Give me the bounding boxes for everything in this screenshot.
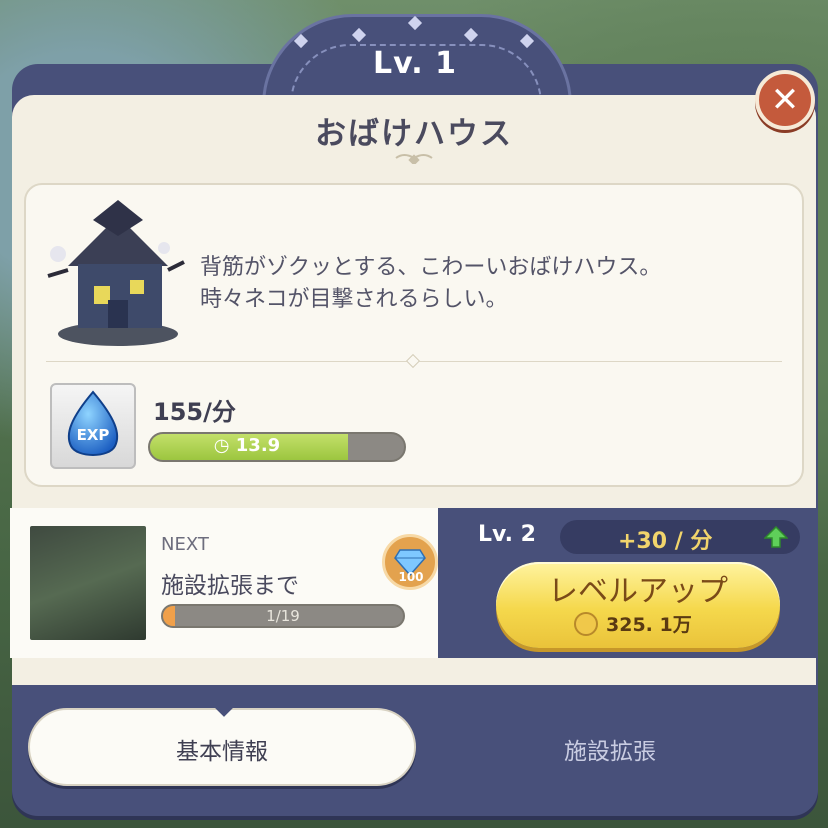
exp-rate: 155/分 bbox=[153, 398, 236, 426]
title-ornament-icon bbox=[395, 154, 433, 164]
exp-item-slot: EXP bbox=[50, 383, 136, 469]
close-icon: ✕ bbox=[770, 80, 800, 120]
up-arrow-icon bbox=[764, 526, 788, 548]
clock-icon: ◷ bbox=[213, 435, 236, 456]
facility-title: おばけハウス bbox=[315, 116, 513, 152]
close-button[interactable]: ✕ bbox=[755, 70, 815, 130]
description-line: 背筋がゾクッとする、こわーいおばけハウス。 bbox=[200, 255, 662, 280]
exp-timer-label: ◷ 13.9 bbox=[150, 435, 344, 456]
exp-timer-bar: ◷ 13.9 bbox=[148, 432, 406, 462]
exp-timer-value: 13.9 bbox=[235, 435, 281, 456]
gem-reward-count: 100 bbox=[398, 570, 424, 584]
level-up-label: レベルアップ bbox=[548, 574, 728, 609]
coin-icon bbox=[574, 612, 598, 636]
level-up-cost: 325. 1万 bbox=[606, 614, 692, 636]
tab-basic-info-label: 基本情報 bbox=[176, 739, 268, 765]
exp-egg-icon: EXP bbox=[67, 390, 119, 456]
gain-rate: +30 / 分 bbox=[618, 529, 713, 554]
expansion-preview-thumbnail bbox=[30, 526, 146, 640]
facility-description: 背筋がゾクッとする、こわーいおばけハウス。 時々ネコが目撃されるらしい。 bbox=[200, 252, 790, 316]
next-target-label: 施設拡張まで bbox=[161, 573, 299, 599]
next-level: Lv. 2 bbox=[478, 522, 536, 547]
tab-expansion-label: 施設拡張 bbox=[564, 739, 656, 765]
expansion-progress-text: 1/19 bbox=[266, 607, 300, 625]
current-level: Lv. 1 bbox=[373, 46, 457, 81]
next-label: NEXT bbox=[161, 534, 209, 555]
exp-icon-text: EXP bbox=[77, 426, 110, 444]
description-line: 時々ネコが目撃されるらしい。 bbox=[200, 287, 508, 312]
haunted-house-icon bbox=[47, 200, 185, 346]
expansion-progress-bar: 1/19 bbox=[161, 604, 405, 628]
